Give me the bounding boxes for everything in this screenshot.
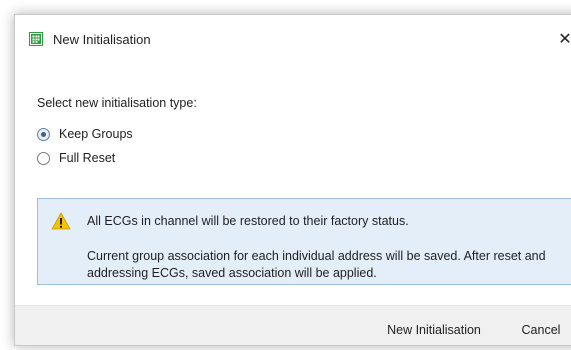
screen: New Initialisation ✕ Select new initiali… [0,0,571,350]
keep-groups-radio[interactable] [37,127,50,141]
cancel-button[interactable]: Cancel [511,319,571,341]
dialog-title: New Initialisation [53,32,151,47]
button-bar: New Initialisation Cancel [15,305,571,345]
full-reset-label: Full Reset [59,151,116,165]
close-icon: ✕ [558,31,571,48]
full-reset-radio[interactable] [37,151,50,165]
keep-groups-label: Keep Groups [59,127,133,141]
warning-icon [51,212,71,230]
option-full-reset[interactable]: Full Reset [37,149,115,167]
info-message-secondary: Current group association for each indiv… [87,249,546,280]
title-bar: New Initialisation ✕ [15,15,571,61]
close-button[interactable]: ✕ [551,25,571,53]
prompt-label: Select new initialisation type: [37,96,197,110]
option-keep-groups[interactable]: Keep Groups [37,125,133,143]
info-panel: All ECGs in channel will be restored to … [37,198,571,285]
grid-app-icon [29,32,43,46]
new-initialisation-dialog: New Initialisation ✕ Select new initiali… [14,14,571,346]
info-message-primary: All ECGs in channel will be restored to … [87,214,409,228]
new-initialisation-button[interactable]: New Initialisation [370,319,498,341]
